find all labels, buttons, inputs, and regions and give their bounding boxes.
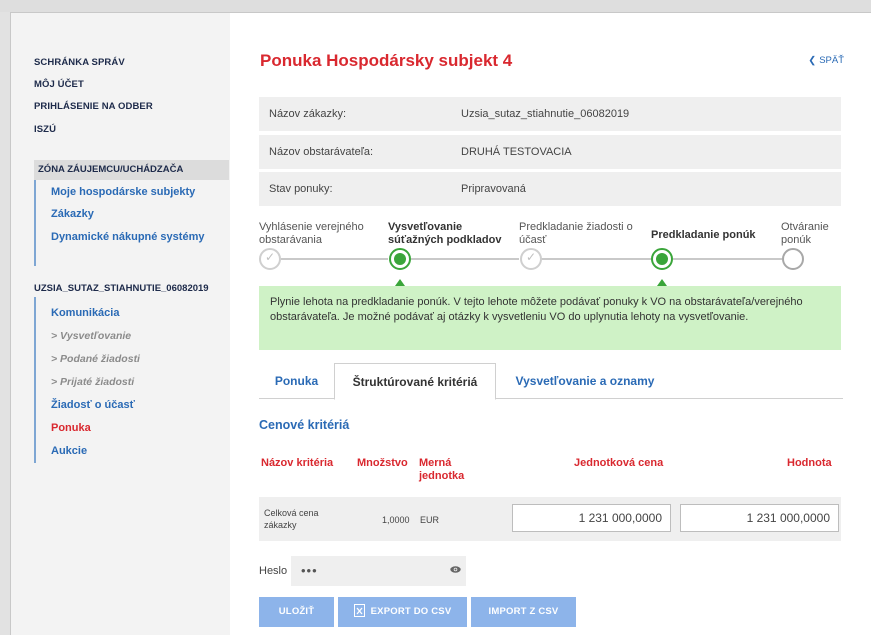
col-header-value: Hodnota bbox=[787, 457, 832, 469]
section-title: Cenové kritériá bbox=[259, 418, 350, 432]
info-value: Uzsia_sutaz_stiahnutie_06082019 bbox=[461, 108, 630, 120]
sidebar-item-contracts[interactable]: Zákazky bbox=[51, 207, 94, 221]
excel-file-icon bbox=[353, 603, 365, 617]
back-label: SPÄŤ bbox=[819, 55, 844, 66]
sidebar-link-account[interactable]: MÔJ ÚČET bbox=[34, 79, 84, 90]
tab-structured-criteria[interactable]: Štruktúrované kritériá bbox=[334, 363, 496, 400]
sidebar-item-offer[interactable]: Ponuka bbox=[51, 421, 91, 435]
info-value: Pripravovaná bbox=[461, 183, 526, 195]
value-input[interactable]: 1 231 000,0000 bbox=[680, 504, 839, 532]
save-button[interactable]: ULOŽIŤ bbox=[259, 597, 334, 627]
sidebar-item-dns[interactable]: Dynamické nákupné systémy bbox=[51, 230, 221, 244]
password-label: Heslo bbox=[259, 565, 288, 577]
step-label-opening: Otváranie ponúk bbox=[781, 221, 829, 246]
import-label: IMPORT Z CSV bbox=[488, 606, 559, 617]
col-header-unit: Merná jednotka bbox=[419, 457, 465, 482]
step-done-icon: ✓ bbox=[259, 248, 281, 270]
col-header-name: Názov kritéria bbox=[261, 457, 334, 469]
step-connector bbox=[673, 258, 782, 260]
tab-clarifications[interactable]: Vysvetľovanie a oznamy bbox=[500, 363, 670, 399]
password-value: ••• bbox=[301, 563, 318, 578]
col-header-unit-price: Jednotková cena bbox=[574, 457, 664, 469]
step-pointer-icon bbox=[395, 279, 405, 286]
step-pointer-icon bbox=[657, 279, 667, 286]
page-title: Ponuka Hospodársky subjekt 4 bbox=[260, 51, 513, 70]
info-label: Názov zákazky: bbox=[269, 108, 347, 120]
sidebar-link-iszu[interactable]: ISZÚ bbox=[34, 124, 56, 135]
info-row-contract: Názov zákazky: Uzsia_sutaz_stiahnutie_06… bbox=[259, 97, 841, 131]
info-label: Názov obstarávateľa: bbox=[269, 146, 374, 158]
step-label-requests: Predkladanie žiadosti o účasť bbox=[519, 221, 633, 246]
row-quantity: 1,0000 bbox=[382, 515, 410, 525]
zone-title: ZÓNA ZÁUJEMCU/UCHÁDZAČA bbox=[34, 160, 229, 180]
sidebar-item-submitted-requests[interactable]: > Podané žiadosti bbox=[51, 352, 140, 366]
row-unit: EUR bbox=[420, 515, 440, 525]
export-csv-button[interactable]: EXPORT DO CSV bbox=[338, 597, 467, 627]
save-label: ULOŽIŤ bbox=[278, 606, 315, 617]
info-row-status: Stav ponuky: Pripravovaná bbox=[259, 172, 841, 206]
step-connector bbox=[411, 258, 519, 260]
row-criterion-name: Celková cena zákazky bbox=[264, 508, 319, 530]
back-link[interactable]: ❮ SPÄŤ bbox=[808, 55, 844, 66]
col-header-quantity: Množstvo bbox=[357, 457, 408, 469]
unit-price-input[interactable]: 1 231 000,0000 bbox=[512, 504, 671, 532]
step-label-offers: Predkladanie ponúk bbox=[651, 229, 756, 241]
sidebar-item-participation[interactable]: Žiadosť o účasť bbox=[51, 398, 135, 412]
main-content: Ponuka Hospodársky subjekt 4 ❮ SPÄŤ Názov… bbox=[230, 13, 871, 635]
tab-bar: Ponuka Štruktúrované kritériá Vysvetľova… bbox=[259, 363, 843, 400]
tab-offer[interactable]: Ponuka bbox=[259, 363, 334, 399]
import-csv-button[interactable]: IMPORT Z CSV bbox=[471, 597, 576, 627]
sidebar-item-subjects[interactable]: Moje hospodárske subjekty bbox=[51, 185, 195, 199]
info-row-procurer: Názov obstarávateľa: DRUHÁ TESTOVACIA bbox=[259, 135, 841, 169]
sidebar-link-subscription[interactable]: PRIHLÁSENIE NA ODBER bbox=[34, 101, 153, 112]
sidebar-item-auctions[interactable]: Aukcie bbox=[51, 444, 87, 458]
table-row: Celková cena zákazky 1,0000 EUR 1 231 000… bbox=[259, 497, 841, 541]
step-label-clarification: Vysvetľovanie súťažných podkladov bbox=[388, 221, 502, 246]
sidebar-item-clarification[interactable]: > Vysvetľovanie bbox=[51, 329, 131, 343]
step-done-icon: ✓ bbox=[520, 248, 542, 270]
info-value: DRUHÁ TESTOVACIA bbox=[461, 146, 572, 158]
chevron-left-icon: ❮ bbox=[808, 55, 817, 66]
contract-title: UZSIA_SUTAZ_STIAHNUTIE_06082019 bbox=[34, 283, 209, 294]
top-band bbox=[0, 0, 871, 12]
step-current-icon bbox=[389, 248, 411, 270]
sidebar-item-communication[interactable]: Komunikácia bbox=[51, 306, 119, 320]
info-label: Stav ponuky: bbox=[269, 183, 333, 195]
step-label-announcement: Vyhlásenie verejného obstarávania bbox=[259, 221, 364, 246]
sidebar-link-messages[interactable]: SCHRÁNKA SPRÁV bbox=[34, 57, 125, 68]
step-current-icon bbox=[651, 248, 673, 270]
sidebar-item-received-requests[interactable]: > Prijaté žiadosti bbox=[51, 375, 134, 389]
step-pending-icon bbox=[782, 248, 804, 270]
step-connector bbox=[281, 258, 388, 260]
sidebar: SCHRÁNKA SPRÁV MÔJ ÚČET PRIHLÁSENIE NA O… bbox=[11, 13, 229, 635]
export-label: EXPORT DO CSV bbox=[370, 606, 452, 617]
step-connector bbox=[541, 258, 651, 260]
deadline-notice: Plynie lehota na predkladanie ponúk. V t… bbox=[259, 286, 841, 350]
eye-icon[interactable] bbox=[450, 566, 461, 573]
password-input[interactable]: ••• bbox=[291, 556, 466, 586]
